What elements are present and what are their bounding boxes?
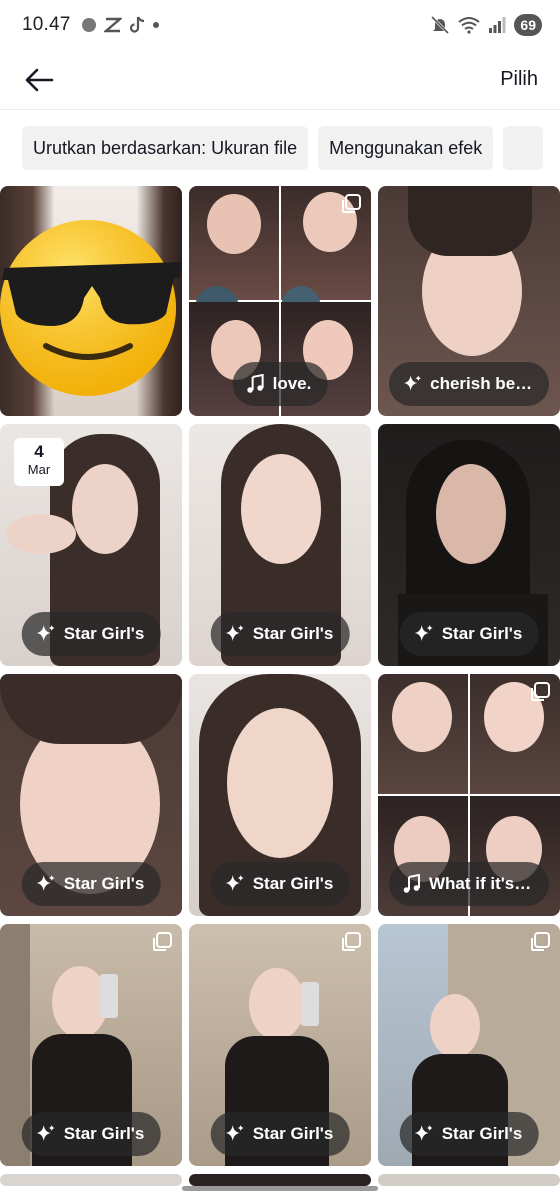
signal-icon: [489, 17, 506, 33]
date-badge: 4 Mar: [14, 438, 64, 486]
effect-name: Star Girl's: [441, 1124, 523, 1143]
video-tile-5[interactable]: Star Girl's: [189, 424, 371, 666]
effect-name: Star Girl's: [63, 874, 145, 893]
date-day: 4: [34, 442, 44, 461]
sound-label: love.: [232, 362, 328, 406]
video-tile-8[interactable]: Star Girl's: [189, 674, 371, 916]
music-note-icon: [403, 874, 420, 893]
mute-icon: [431, 15, 450, 35]
notification-icons: [81, 16, 160, 34]
chip-sort-file-size[interactable]: Urutkan berdasarkan: Ukuran file: [22, 126, 309, 170]
effect-label: Star Girl's: [210, 862, 350, 906]
video-tile-14[interactable]: [189, 1174, 371, 1186]
arrow-left-icon: [25, 68, 54, 91]
back-button[interactable]: [22, 63, 56, 97]
music-note-icon: [247, 374, 264, 393]
video-tile-6[interactable]: Star Girl's: [378, 424, 560, 666]
video-tile-11[interactable]: Star Girl's: [189, 924, 371, 1166]
header: Pilih: [0, 50, 560, 110]
sparkle-icon: [36, 875, 55, 891]
video-tile-13[interactable]: [0, 1174, 182, 1186]
sparkle-icon: [36, 625, 55, 641]
effect-label: Star Girl's: [21, 612, 161, 656]
sparkle-icon: [414, 1125, 433, 1141]
sound-name: love.: [272, 374, 312, 393]
effect-label: Star Girl's: [399, 1112, 539, 1156]
chip-more[interactable]: [503, 126, 544, 170]
multi-photo-icon: [342, 194, 361, 213]
sparkle-icon: [225, 1125, 244, 1141]
effect-name: Star Girl's: [252, 624, 334, 643]
video-tile-4[interactable]: 4 Mar Star Girl's: [0, 424, 182, 666]
video-tile-12[interactable]: Star Girl's: [378, 924, 560, 1166]
effect-label: cherish berry: [389, 362, 549, 406]
circle-notification-icon: [81, 18, 96, 32]
effect-name: Star Girl's: [441, 624, 523, 643]
effect-name: Star Girl's: [252, 874, 334, 893]
dot-icon: [152, 22, 159, 28]
filter-chips: Urutkan berdasarkan: Ukuran file Menggun…: [22, 126, 560, 170]
sound-label: What if it's ...: [389, 862, 549, 906]
wifi-icon: [458, 17, 481, 34]
capcut-icon: [103, 17, 122, 33]
date-month: Mar: [27, 462, 51, 477]
select-button[interactable]: Pilih: [500, 68, 538, 91]
effect-label: Star Girl's: [210, 1112, 350, 1156]
multi-photo-icon: [342, 932, 361, 951]
effect-name: Star Girl's: [63, 1124, 145, 1143]
effect-name: cherish berry: [430, 374, 533, 393]
home-indicator: [182, 1186, 378, 1191]
video-tile-3[interactable]: cherish berry: [378, 186, 560, 416]
effect-label: Star Girl's: [21, 862, 161, 906]
sparkle-icon: [225, 625, 244, 641]
sound-name: What if it's ...: [428, 874, 533, 893]
video-tile-2[interactable]: love.: [189, 186, 371, 416]
video-tile-1[interactable]: [0, 186, 182, 416]
video-tile-9[interactable]: What if it's ...: [378, 674, 560, 916]
effect-name: Star Girl's: [63, 624, 145, 643]
sunglasses-emoji-icon: [0, 220, 182, 396]
sparkle-icon: [225, 875, 244, 891]
status-bar: 10.47 69: [0, 0, 560, 50]
system-icons: 69: [430, 14, 542, 36]
effect-label: Star Girl's: [21, 1112, 161, 1156]
video-tile-15[interactable]: [378, 1174, 560, 1186]
effect-label: Star Girl's: [210, 612, 350, 656]
multi-photo-icon: [153, 932, 172, 951]
multi-photo-icon: [531, 682, 550, 701]
tiktok-icon: [129, 16, 144, 33]
chip-uses-effect[interactable]: Menggunakan efek: [318, 126, 494, 170]
effect-name: Star Girl's: [252, 1124, 334, 1143]
video-tile-10[interactable]: Star Girl's: [0, 924, 182, 1166]
effect-label: Star Girl's: [399, 612, 539, 656]
multi-photo-icon: [531, 932, 550, 951]
sparkle-icon: [36, 1125, 55, 1141]
sparkle-icon: [403, 375, 422, 391]
video-tile-7[interactable]: Star Girl's: [0, 674, 182, 916]
battery-level: 69: [514, 14, 542, 36]
sparkle-icon: [414, 625, 433, 641]
status-time: 10.47: [22, 14, 71, 35]
